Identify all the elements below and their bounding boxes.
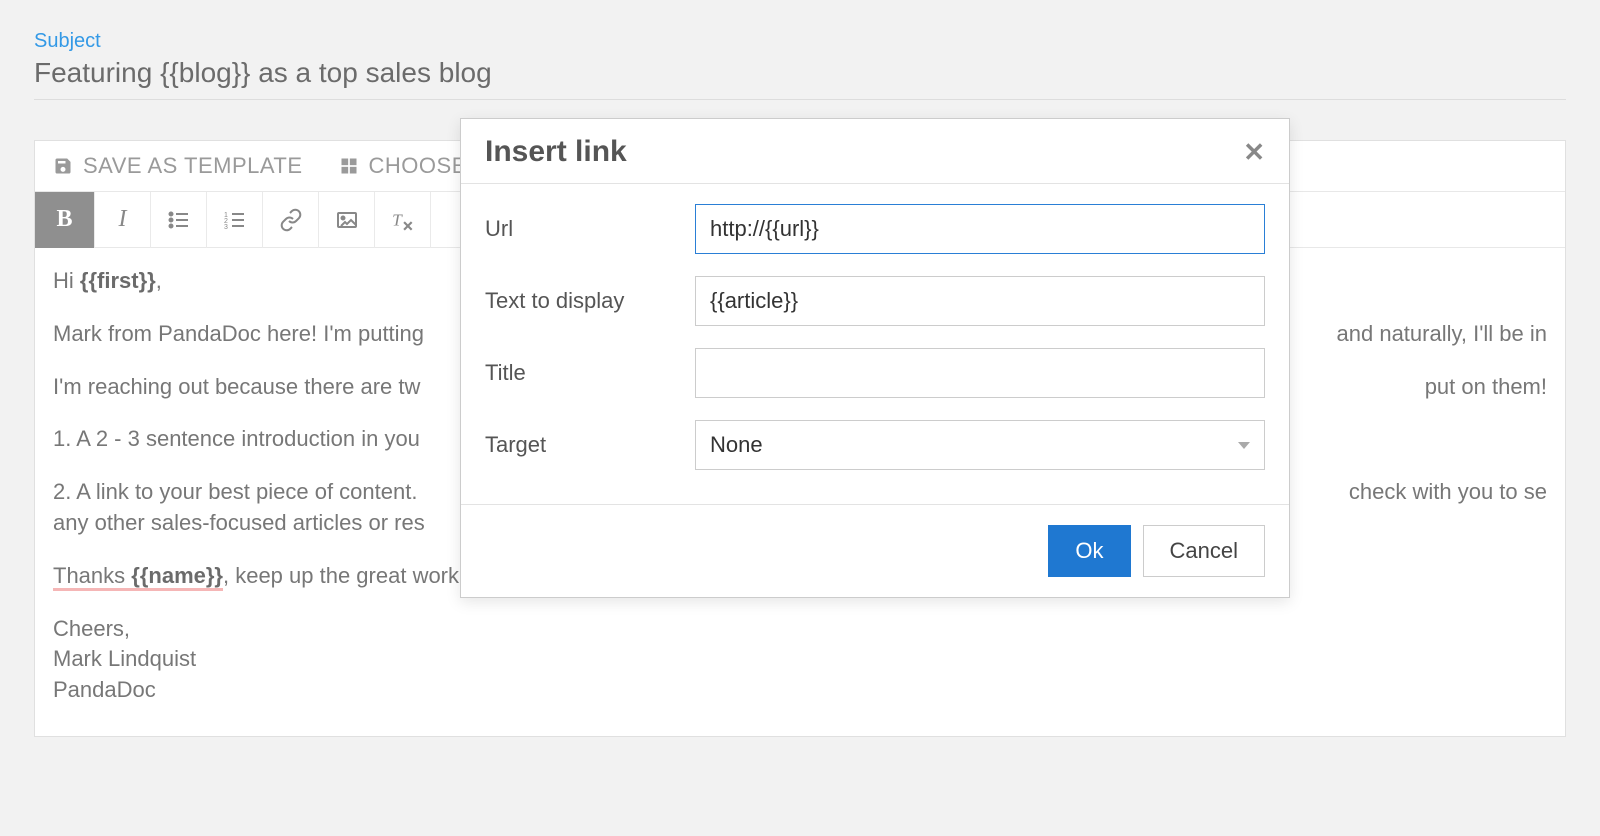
text-label: Text to display: [485, 288, 695, 314]
paragraph-1-tail: and naturally, I'll be in: [1337, 319, 1547, 350]
numbered-list-button[interactable]: 123: [207, 192, 263, 248]
greeting-text: Hi: [53, 268, 80, 293]
paragraph-3: 1. A 2 - 3 sentence introduction in you: [53, 426, 420, 451]
dialog-title: Insert link: [485, 135, 627, 169]
bullet-list-icon: [167, 208, 191, 232]
ok-button[interactable]: Ok: [1048, 525, 1130, 577]
link-icon: [279, 208, 303, 232]
bold-button[interactable]: B: [35, 192, 95, 248]
clear-format-icon: T: [390, 207, 416, 233]
image-button[interactable]: [319, 192, 375, 248]
paragraph-4b: any other sales-focused articles or res: [53, 510, 425, 535]
italic-button[interactable]: I: [95, 192, 151, 248]
close-icon: ✕: [1243, 137, 1265, 167]
image-icon: [335, 208, 359, 232]
url-input[interactable]: [695, 204, 1265, 254]
svg-text:T: T: [392, 210, 403, 229]
thanks-text: Thanks: [53, 563, 131, 591]
title-input[interactable]: [695, 348, 1265, 398]
link-button[interactable]: [263, 192, 319, 248]
paragraph-2: I'm reaching out because there are tw: [53, 372, 420, 403]
signature-line-1: Cheers,: [53, 616, 130, 641]
numbered-list-icon: 123: [223, 208, 247, 232]
save-as-template-button[interactable]: SAVE AS TEMPLATE: [53, 153, 303, 179]
dialog-header: Insert link ✕: [461, 119, 1289, 184]
insert-link-dialog: Insert link ✕ Url Text to display Title …: [460, 118, 1290, 598]
subject-input[interactable]: Featuring {{blog}} as a top sales blog: [34, 57, 1566, 100]
close-button[interactable]: ✕: [1243, 137, 1265, 168]
dialog-body: Url Text to display Title Target None: [461, 184, 1289, 504]
svg-text:3: 3: [224, 224, 228, 231]
cancel-button[interactable]: Cancel: [1143, 525, 1265, 577]
target-selected-value: None: [710, 432, 763, 458]
signature-line-3: PandaDoc: [53, 677, 156, 702]
bullet-list-button[interactable]: [151, 192, 207, 248]
paragraph-4a-tail: check with you to se: [1349, 477, 1547, 508]
subject-label: Subject: [34, 30, 1566, 53]
title-label: Title: [485, 360, 695, 386]
paragraph-4a: 2. A link to your best piece of content.: [53, 477, 417, 508]
save-as-template-label: SAVE AS TEMPLATE: [83, 153, 303, 179]
paragraph-2-tail: put on them!: [1425, 372, 1547, 403]
url-label: Url: [485, 216, 695, 242]
chevron-down-icon: [1238, 442, 1250, 449]
paragraph-1: Mark from PandaDoc here! I'm putting: [53, 319, 424, 350]
clear-format-button[interactable]: T: [375, 192, 431, 248]
greeting-variable: {{first}}: [80, 268, 156, 293]
save-icon: [53, 156, 73, 176]
target-label: Target: [485, 432, 695, 458]
choose-icon: [339, 156, 359, 176]
thanks-variable: {{name}}: [131, 563, 223, 591]
dialog-footer: Ok Cancel: [461, 504, 1289, 597]
choose-template-button[interactable]: CHOOSE: [339, 153, 467, 179]
choose-template-label: CHOOSE: [369, 153, 467, 179]
text-to-display-input[interactable]: [695, 276, 1265, 326]
signature-line-2: Mark Lindquist: [53, 646, 196, 671]
target-select[interactable]: None: [695, 420, 1265, 470]
